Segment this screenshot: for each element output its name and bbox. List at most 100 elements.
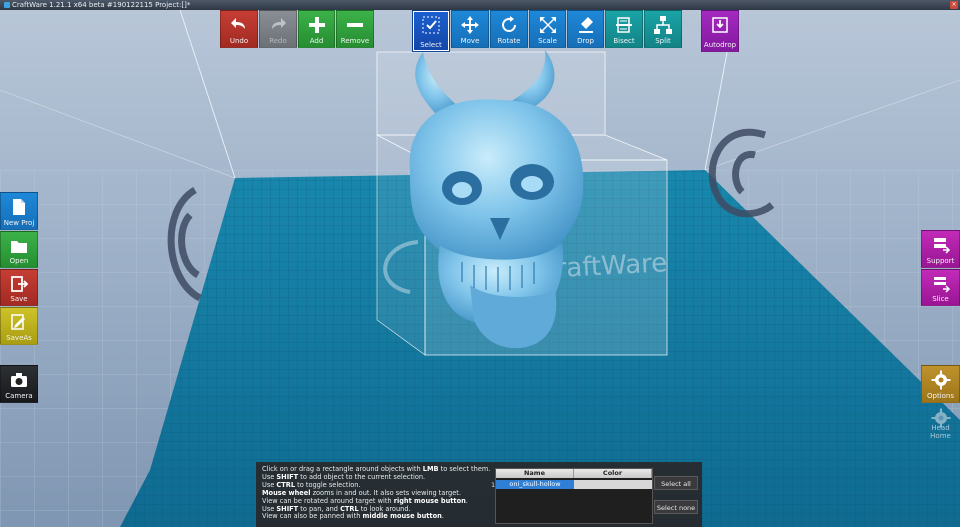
help-text: View can be rotated around target with <box>262 496 394 505</box>
help-key: CTRL <box>276 480 296 489</box>
bisect-icon <box>616 17 632 33</box>
slice-button[interactable]: Slice <box>921 269 960 306</box>
select-all-button[interactable]: Select all <box>654 476 698 490</box>
camera-button[interactable]: Camera <box>0 365 38 403</box>
help-text: zooms in and out. It also sets viewing t… <box>310 488 461 497</box>
window-close-button[interactable]: × <box>950 1 958 9</box>
help-key: middle mouse button <box>362 512 442 521</box>
help-key: right mouse button <box>393 496 466 505</box>
rotate-icon <box>502 16 516 32</box>
slice-icon <box>933 277 950 293</box>
scale-tool-button[interactable]: Scale <box>529 10 566 48</box>
redo-icon <box>272 18 286 29</box>
help-text: to look around. <box>358 504 411 513</box>
object-row[interactable]: oni_skull-hollow <box>496 480 652 489</box>
select-none-button[interactable]: Select none <box>654 500 698 514</box>
help-text: View can also be panned with <box>262 512 363 521</box>
save-as-icon <box>11 314 25 330</box>
scale-label: Scale <box>538 37 557 45</box>
help-text: Use <box>262 472 277 481</box>
new-project-label: New Proj <box>3 219 35 227</box>
new-project-button[interactable]: New Proj <box>0 192 38 230</box>
head-home-label: Head Home <box>930 424 951 440</box>
open-button[interactable]: Open <box>0 231 38 268</box>
help-key: SHIFT <box>276 472 299 481</box>
new-file-icon <box>13 199 25 215</box>
save-as-label: SaveAs <box>6 334 32 342</box>
object-list-header: Name Color <box>496 469 652 478</box>
help-text: to add object to the current selection. <box>298 472 426 481</box>
autodrop-label: Autodrop <box>703 41 737 49</box>
undo-label: Undo <box>229 37 249 45</box>
color-column-header[interactable]: Color <box>574 469 652 478</box>
help-key: LMB <box>422 465 439 473</box>
open-label: Open <box>9 257 29 265</box>
3d-viewport[interactable]: CraftWare <box>0 0 960 527</box>
help-text: to select them. <box>438 465 491 473</box>
plus-icon <box>308 17 325 33</box>
options-label: Options <box>926 392 954 400</box>
split-tool-button[interactable]: Split <box>644 10 682 48</box>
help-key: SHIFT <box>276 504 299 513</box>
gear-icon <box>931 370 950 390</box>
folder-icon <box>11 241 27 253</box>
autodrop-icon <box>712 17 728 33</box>
rotate-tool-button[interactable]: Rotate <box>490 10 528 48</box>
object-color-swatch[interactable] <box>574 480 652 489</box>
redo-label: Redo <box>269 37 287 45</box>
save-icon <box>11 276 29 292</box>
name-column-header[interactable]: Name <box>496 469 574 478</box>
remove-label: Remove <box>340 37 370 45</box>
help-text: . <box>441 512 444 521</box>
select-icon <box>422 16 440 34</box>
object-list[interactable]: Name Color oni_skull-hollow <box>495 468 653 524</box>
object-name[interactable]: oni_skull-hollow <box>496 480 574 489</box>
select-label: Select <box>420 41 442 49</box>
help-text: Click on or drag a rectangle around obje… <box>262 465 423 473</box>
move-icon <box>461 16 479 34</box>
camera-icon <box>11 373 27 387</box>
options-button[interactable]: Options <box>921 365 960 403</box>
help-text: to toggle selection. <box>295 480 361 489</box>
add-button[interactable]: Add <box>298 10 335 48</box>
add-label: Add <box>309 37 324 45</box>
minus-icon <box>347 23 363 27</box>
drop-label: Drop <box>577 37 594 45</box>
support-label: Support <box>926 257 955 265</box>
help-key: CTRL <box>340 504 359 513</box>
camera-label: Camera <box>5 392 33 400</box>
window-title-bar: CraftWare 1.21.1 x64 beta #190122115 Pro… <box>0 0 960 10</box>
scene-canvas[interactable]: CraftWare <box>0 0 960 527</box>
move-tool-button[interactable]: Move <box>451 10 489 48</box>
head-home-button[interactable]: Head Home <box>921 404 960 442</box>
help-text: . <box>465 496 468 505</box>
drop-tool-button[interactable]: Drop <box>567 10 604 48</box>
help-text: Use <box>262 480 277 489</box>
undo-icon <box>231 18 245 29</box>
bisect-label: Bisect <box>613 37 635 45</box>
support-button[interactable]: Support <box>921 230 960 268</box>
scale-icon <box>539 17 556 33</box>
save-label: Save <box>10 295 28 303</box>
help-text: Use <box>262 504 277 513</box>
move-label: Move <box>460 37 480 45</box>
save-button[interactable]: Save <box>0 269 38 306</box>
split-label: Split <box>655 37 671 45</box>
app-icon <box>4 2 10 8</box>
save-as-button[interactable]: SaveAs <box>0 307 38 345</box>
support-icon <box>933 238 950 254</box>
help-text: to pan, and <box>298 504 341 513</box>
undo-button[interactable]: Undo <box>220 10 258 48</box>
slice-label: Slice <box>932 295 949 303</box>
remove-button[interactable]: Remove <box>336 10 374 48</box>
redo-button[interactable]: Redo <box>259 10 297 48</box>
window-title: CraftWare 1.21.1 x64 beta #190122115 Pro… <box>12 1 191 9</box>
help-key: Mouse wheel <box>262 488 311 497</box>
split-icon <box>654 16 672 34</box>
bisect-tool-button[interactable]: Bisect <box>605 10 643 48</box>
select-tool-button[interactable]: Select <box>412 10 450 52</box>
autodrop-button[interactable]: Autodrop <box>701 10 739 52</box>
drop-icon <box>578 17 593 33</box>
rotate-label: Rotate <box>497 37 521 45</box>
object-row-index: 1 <box>491 481 496 489</box>
